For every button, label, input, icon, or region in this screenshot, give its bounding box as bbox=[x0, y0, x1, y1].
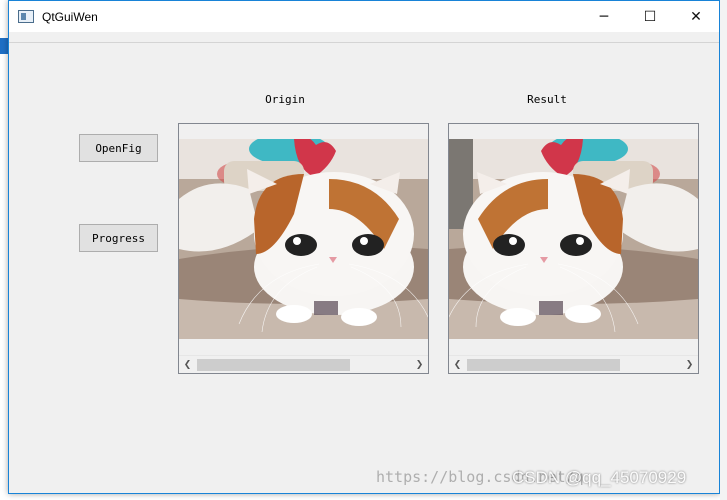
scroll-left-icon[interactable]: ❮ bbox=[179, 356, 196, 373]
minimize-button[interactable]: ─ bbox=[581, 1, 627, 32]
main-window: QtGuiWen ─ ☐ ✕ Origin Result OpenFig Pro… bbox=[8, 0, 720, 494]
scroll-right-icon[interactable]: ❯ bbox=[681, 356, 698, 373]
result-cat-image bbox=[449, 139, 698, 339]
origin-label: Origin bbox=[265, 93, 305, 106]
maximize-button[interactable]: ☐ bbox=[627, 1, 673, 32]
scroll-right-icon[interactable]: ❯ bbox=[411, 356, 428, 373]
open-fig-button[interactable]: OpenFig bbox=[79, 134, 158, 162]
result-horizontal-scrollbar[interactable]: ❮ ❯ bbox=[449, 355, 698, 373]
result-image-view[interactable]: ❮ ❯ bbox=[448, 123, 699, 374]
origin-horizontal-scrollbar[interactable]: ❮ ❯ bbox=[179, 355, 428, 373]
app-window-icon bbox=[18, 10, 34, 23]
csdn-watermark: CSDN @qq_45070929 bbox=[512, 468, 687, 487]
scroll-left-icon[interactable]: ❮ bbox=[449, 356, 466, 373]
scroll-thumb[interactable] bbox=[467, 359, 620, 371]
scroll-thumb[interactable] bbox=[197, 359, 350, 371]
progress-button[interactable]: Progress bbox=[79, 224, 158, 252]
close-button[interactable]: ✕ bbox=[673, 1, 719, 32]
menubar-divider bbox=[9, 42, 719, 43]
origin-image-view[interactable]: ❮ ❯ bbox=[178, 123, 429, 374]
origin-cat-image bbox=[179, 139, 428, 339]
result-label: Result bbox=[527, 93, 567, 106]
window-controls: ─ ☐ ✕ bbox=[581, 1, 719, 32]
title-bar: QtGuiWen ─ ☐ ✕ bbox=[9, 1, 719, 32]
background-window-edge bbox=[720, 0, 727, 500]
window-title: QtGuiWen bbox=[42, 9, 98, 24]
